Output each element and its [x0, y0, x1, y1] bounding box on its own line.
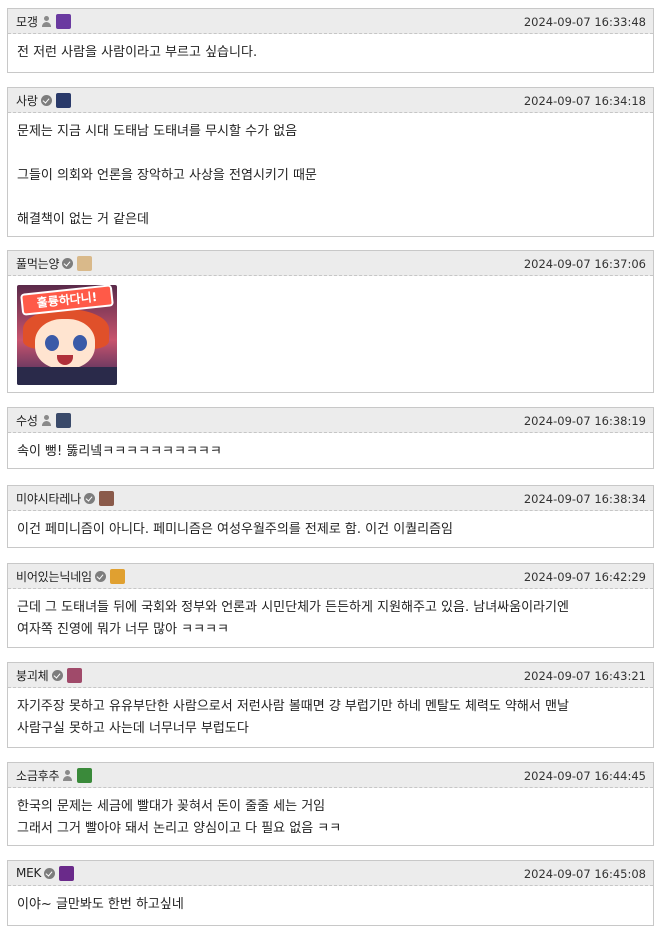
comment-author[interactable]: 소금후추: [16, 767, 60, 784]
comment-text-line: 여자쪽 진영에 뭐가 너무 많아 ㅋㅋㅋㅋ: [17, 622, 230, 637]
comment-date: 2024-09-07 16:38:19: [523, 414, 646, 428]
comment-body: 전 저런 사람을 사람이라고 부르고 싶습니다.: [8, 34, 653, 72]
comment-item: 풀먹는양 2024-09-07 16:37:06 훌륭하다니!: [7, 250, 654, 393]
comment-body: 속이 뻥! 뚫리넼ㅋㅋㅋㅋㅋㅋㅋㅋㅋㅋ: [8, 433, 653, 471]
user-icon: [41, 414, 52, 426]
comment-text-line: [17, 187, 644, 209]
comment-item: 미야시타레나 2024-09-07 16:38:34 이건 페미니즘이 아니다. 페…: [7, 485, 654, 548]
comment-text-line: 이야~ 글만봐도 한번 하고싶네: [17, 897, 184, 912]
level-icon: [77, 767, 93, 783]
comment-text-line: 이건 페미니즘이 아니다. 페미니즘은 여성우월주의를 전제로 함. 이건 이퀄…: [17, 522, 454, 537]
comment-header: 모갱 2024-09-07 16:33:48: [8, 9, 653, 34]
comment-date: 2024-09-07 16:33:48: [523, 15, 646, 29]
comment-author[interactable]: 붕괴체: [16, 667, 49, 684]
comment-text-line: 한국의 문제는 세금에 빨대가 꽂혀서 돈이 줄줄 세는 거임: [17, 799, 326, 814]
comment-author[interactable]: 수성: [16, 412, 38, 429]
comment-body: 한국의 문제는 세금에 빨대가 꽂혀서 돈이 줄줄 세는 거임그래서 그거 빨아…: [8, 788, 653, 848]
comment-body: 근데 그 도태녀들 뒤에 국회와 정부와 언론과 시민단체가 든든하게 지원해주…: [8, 589, 653, 649]
comment-body: 이건 페미니즘이 아니다. 페미니즘은 여성우월주의를 전제로 함. 이건 이퀄…: [8, 511, 653, 549]
comment-author[interactable]: MEK: [16, 866, 41, 880]
comment-date: 2024-09-07 16:38:34: [523, 492, 646, 506]
comment-item: 붕괴체 2024-09-07 16:43:21 자기주장 못하고 유유부단한 사람으…: [7, 662, 654, 748]
level-icon: [77, 255, 93, 271]
comment-body: 이야~ 글만봐도 한번 하고싶네: [8, 886, 653, 924]
verified-check-icon: [40, 94, 52, 106]
comment-author[interactable]: 비어있는닉네임: [16, 568, 92, 585]
comment-header: 미야시타레나 2024-09-07 16:38:34: [8, 486, 653, 511]
verified-check-icon: [44, 867, 56, 879]
level-icon: [109, 568, 125, 584]
level-icon: [55, 92, 71, 108]
comment-text-line: 사람구실 못하고 사는데 너무너무 부럽도다: [17, 721, 249, 736]
verified-check-icon: [51, 669, 63, 681]
comment-item: 모갱 2024-09-07 16:33:48 전 저런 사람을 사람이라고 부르고 …: [7, 8, 654, 73]
comment-author[interactable]: 미야시타레나: [16, 490, 81, 507]
comment-date: 2024-09-07 16:34:18: [523, 94, 646, 108]
comment-body: 훌륭하다니!: [8, 276, 653, 393]
comment-text-line: 전 저런 사람을 사람이라고 부르고 싶습니다.: [17, 45, 258, 60]
verified-check-icon: [84, 492, 96, 504]
comment-body: 자기주장 못하고 유유부단한 사람으로서 저런사람 볼때면 걍 부럽기만 하네 …: [8, 688, 653, 748]
level-icon: [55, 412, 71, 428]
level-icon: [55, 13, 71, 29]
comment-item: MEK 2024-09-07 16:45:08 이야~ 글만봐도 한번 하고싶네: [7, 860, 654, 926]
comment-text-line: 그래서 그거 빨아야 돼서 논리고 양심이고 다 필요 없음 ㅋㅋ: [17, 821, 342, 836]
user-icon: [41, 15, 52, 27]
comment-date: 2024-09-07 16:44:45: [523, 769, 646, 783]
verified-check-icon: [62, 257, 74, 269]
level-icon: [99, 490, 115, 506]
comment-text-line: [17, 143, 644, 165]
comment-date: 2024-09-07 16:42:29: [523, 570, 646, 584]
comment-header: 붕괴체 2024-09-07 16:43:21: [8, 663, 653, 688]
comment-author[interactable]: 모갱: [16, 13, 38, 30]
user-icon: [62, 769, 73, 781]
level-icon: [59, 865, 75, 881]
comment-header: 수성 2024-09-07 16:38:19: [8, 408, 653, 433]
comment-text-line: 문제는 지금 시대 도태남 도태녀를 무시할 수가 없음: [17, 124, 298, 139]
comment-body: 문제는 지금 시대 도태남 도태녀를 무시할 수가 없음 그들이 의회와 언론을…: [8, 113, 653, 239]
comment-header: 소금후추 2024-09-07 16:44:45: [8, 763, 653, 788]
comment-text-line: 해결책이 없는 거 같은데: [17, 212, 149, 227]
comment-item: 비어있는닉네임 2024-09-07 16:42:29 근데 그 도태녀들 뒤에 국…: [7, 563, 654, 648]
comment-header: MEK 2024-09-07 16:45:08: [8, 861, 653, 886]
comment-item: 수성 2024-09-07 16:38:19 속이 뻥! 뚫리넼ㅋㅋㅋㅋㅋㅋㅋㅋㅋㅋ: [7, 407, 654, 469]
comment-date: 2024-09-07 16:37:06: [523, 257, 646, 271]
comment-text-line: 그들이 의회와 언론을 장악하고 사상을 전염시키기 때문: [17, 168, 317, 183]
comment-item: 소금후추 2024-09-07 16:44:45 한국의 문제는 세금에 빨대가 꽂…: [7, 762, 654, 846]
comment-author[interactable]: 풀먹는양: [16, 255, 60, 272]
comment-header: 사랑 2024-09-07 16:34:18: [8, 88, 653, 113]
sticker-image: 훌륭하다니!: [17, 285, 117, 385]
comment-text-line: 속이 뻥! 뚫리넼ㅋㅋㅋㅋㅋㅋㅋㅋㅋㅋ: [17, 444, 222, 459]
comment-date: 2024-09-07 16:45:08: [523, 867, 646, 881]
comment-item: 사랑 2024-09-07 16:34:18 문제는 지금 시대 도태남 도태녀를 …: [7, 87, 654, 237]
comment-header: 풀먹는양 2024-09-07 16:37:06: [8, 251, 653, 276]
comment-text-line: 근데 그 도태녀들 뒤에 국회와 정부와 언론과 시민단체가 든든하게 지원해주…: [17, 600, 569, 615]
verified-check-icon: [94, 570, 106, 582]
comment-author[interactable]: 사랑: [16, 92, 38, 109]
level-icon: [66, 667, 82, 683]
comment-text-line: 자기주장 못하고 유유부단한 사람으로서 저런사람 볼때면 걍 부럽기만 하네 …: [17, 699, 569, 714]
comment-header: 비어있는닉네임 2024-09-07 16:42:29: [8, 564, 653, 589]
comment-date: 2024-09-07 16:43:21: [523, 669, 646, 683]
